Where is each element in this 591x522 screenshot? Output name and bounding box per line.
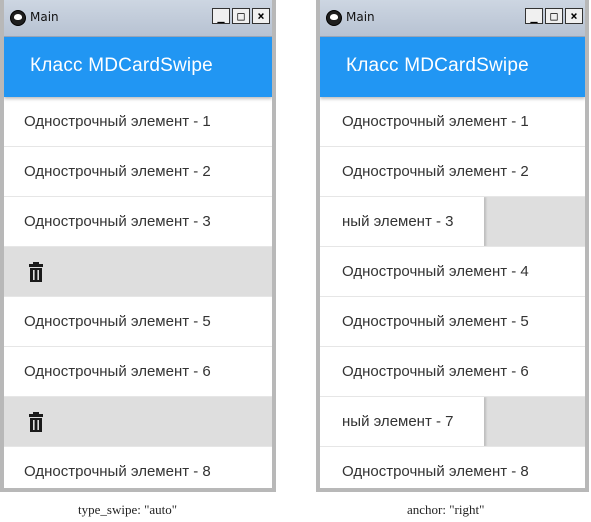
list-item-label: Однострочный элемент - 4 [342,263,529,280]
list-item-label: Однострочный элемент - 1 [24,113,211,130]
swiped-card[interactable]: ный элемент - 7 [320,397,484,446]
list-item[interactable]: Однострочный элемент - 5 [4,297,272,347]
list-item-label: Однострочный элемент - 8 [24,463,211,480]
list-item[interactable]: Однострочный элемент - 2 [4,147,272,197]
list-item[interactable]: Однострочный элемент - 3 [4,197,272,247]
list-item[interactable]: Однострочный элемент - 2 [320,147,585,197]
toolbar: Класс MDCardSwipe [320,37,585,97]
swiped-list-item[interactable] [4,247,272,297]
list-item[interactable]: Однострочный элемент - 4 [320,247,585,297]
list-item[interactable]: Однострочный элемент - 6 [320,347,585,397]
window-title: Main [346,10,375,24]
minimize-button[interactable]: _ [212,8,230,24]
list-item-label: Однострочный элемент - 6 [342,363,529,380]
window-type-swipe-auto: Main _ □ × Класс MDCardSwipe Однострочны… [0,0,276,492]
list-item[interactable]: Однострочный элемент - 1 [4,97,272,147]
swipe-card-list: Однострочный элемент - 1 Однострочный эл… [320,97,585,488]
list-item-label: Однострочный элемент - 5 [342,313,529,330]
app-icon [10,10,26,26]
swipe-card-list: Однострочный элемент - 1 Однострочный эл… [4,97,272,488]
trash-icon[interactable] [28,412,44,432]
toolbar-title: Класс MDCardSwipe [30,55,213,76]
list-item-label: Однострочный элемент - 1 [342,113,529,130]
window-titlebar[interactable]: Main _ □ × [4,0,272,37]
window-controls: _ □ × [525,8,583,24]
window-controls: _ □ × [212,8,270,24]
list-item[interactable]: Однострочный элемент - 6 [4,347,272,397]
list-item-label: ный элемент - 3 [342,213,454,230]
trash-icon[interactable] [28,262,44,282]
list-item[interactable]: Однострочный элемент - 5 [320,297,585,347]
list-item[interactable]: Однострочный элемент - 8 [320,447,585,488]
close-button[interactable]: × [252,8,270,24]
swiped-card[interactable]: ный элемент - 3 [320,197,484,246]
list-item-label: Однострочный элемент - 3 [24,213,211,230]
window-titlebar[interactable]: Main _ □ × [320,0,585,37]
list-item-label: Однострочный элемент - 2 [342,163,529,180]
toolbar: Класс MDCardSwipe [4,37,272,97]
minimize-button[interactable]: _ [525,8,543,24]
list-item-label: Однострочный элемент - 8 [342,463,529,480]
swiped-list-item[interactable] [4,397,272,447]
window-anchor-right: Main _ □ × Класс MDCardSwipe Однострочны… [316,0,589,492]
list-item-label: ный элемент - 7 [342,413,454,430]
list-item-label: Однострочный элемент - 5 [24,313,211,330]
list-item[interactable]: Однострочный элемент - 1 [320,97,585,147]
caption-right: anchor: "right" [407,502,485,517]
swiped-list-item[interactable]: ный элемент - 7 [320,397,585,447]
swiped-list-item[interactable]: ный элемент - 3 [320,197,585,247]
window-title: Main [30,10,59,24]
list-item-label: Однострочный элемент - 2 [24,163,211,180]
toolbar-title: Класс MDCardSwipe [346,55,529,76]
maximize-button[interactable]: □ [545,8,563,24]
close-button[interactable]: × [565,8,583,24]
maximize-button[interactable]: □ [232,8,250,24]
app-icon [326,10,342,26]
caption-left: type_swipe: "auto" [78,502,178,517]
list-item[interactable]: Однострочный элемент - 8 [4,447,272,488]
list-item-label: Однострочный элемент - 6 [24,363,211,380]
